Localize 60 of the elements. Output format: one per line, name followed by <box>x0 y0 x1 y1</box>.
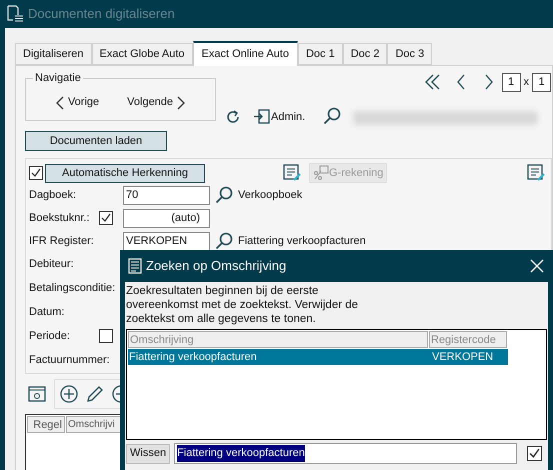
field-label: Datum: <box>29 304 66 320</box>
tab[interactable]: Digitaliseren <box>15 43 92 65</box>
field-label: Dagboek: <box>29 188 78 203</box>
close-icon[interactable] <box>530 259 544 273</box>
previous-button[interactable]: Vorige <box>56 94 100 111</box>
tab[interactable]: Doc 1 <box>298 43 343 65</box>
tab[interactable]: Doc 3 <box>387 43 432 65</box>
field-label: Betalingsconditie: <box>29 280 116 296</box>
checkbox[interactable] <box>527 446 542 461</box>
next-button[interactable]: Volgende <box>127 94 186 111</box>
page-field[interactable]: 1 <box>502 72 520 92</box>
plus-circle-icon[interactable] <box>60 385 78 403</box>
text-field[interactable]: 70 <box>123 186 210 204</box>
percent-table-icon <box>313 165 329 181</box>
result-row[interactable]: Fiattering verkoopfacturen VERKOPEN <box>128 349 508 365</box>
tab[interactable]: Exact Online Auto <box>192 41 298 66</box>
table-cell-text: VERKOPEN <box>431 350 494 365</box>
auto-recognition-button[interactable]: Automatische Herkenning <box>45 164 205 182</box>
page-separator: x <box>522 74 530 90</box>
lookup-description: Fiattering verkoopfacturen <box>238 234 366 249</box>
search-icon[interactable] <box>323 107 342 125</box>
tab[interactable]: Exact Globe Auto <box>92 43 193 65</box>
notes-icon[interactable] <box>527 164 545 182</box>
search-icon[interactable] <box>215 186 233 204</box>
search-field[interactable]: Fiattering verkoopfacturen <box>174 443 517 464</box>
dialog-message: Zoekresultaten beginnen bij de eerste overeenkomst met de zoektekst. Verwijder de zoektekst om alle gegevens te tonen. <box>126 284 360 326</box>
chevron-left-icon <box>56 96 64 110</box>
checkbox[interactable] <box>29 166 43 180</box>
group-title: Navigatie <box>33 70 83 86</box>
page-total-field: 1 <box>532 72 551 92</box>
chevron-left-icon[interactable] <box>456 74 466 90</box>
search-icon[interactable] <box>215 232 233 250</box>
load-documents-button[interactable]: Documenten laden <box>25 131 167 151</box>
refresh-icon[interactable] <box>225 109 241 125</box>
dialog-title: Zoeken op Omschrijving <box>146 257 286 276</box>
table-cell-text: Fiattering verkoopfacturen <box>128 350 258 365</box>
field-label: IFR Register: <box>29 234 95 249</box>
settings-window-icon[interactable] <box>28 386 46 402</box>
field-label: Boekstuknr.: <box>29 210 91 226</box>
checkbox[interactable] <box>99 211 113 225</box>
tab[interactable]: Doc 2 <box>342 43 388 65</box>
pencil-icon[interactable] <box>86 385 104 403</box>
field-label: Factuurnummer: <box>29 352 111 368</box>
field-label: Periode: <box>29 328 71 344</box>
text-field[interactable]: VERKOPEN <box>123 232 210 250</box>
g-rekening-button: G-rekening <box>309 163 388 183</box>
login-icon <box>253 109 270 124</box>
field-label: Debiteur: <box>29 256 75 272</box>
lookup-description: Verkoopboek <box>238 188 302 203</box>
checkbox[interactable] <box>99 329 113 343</box>
clear-button[interactable]: Wissen <box>126 444 170 464</box>
text-field[interactable]: (auto) <box>123 208 210 228</box>
admin-button[interactable]: Admin. <box>253 108 306 125</box>
chevron-right-icon <box>177 96 186 110</box>
chevron-right-icon[interactable] <box>484 74 494 90</box>
edit-list-icon[interactable] <box>283 164 301 182</box>
window-title: Documenten digitaliseren <box>28 5 175 24</box>
document-icon <box>6 5 24 23</box>
document-icon <box>128 258 142 274</box>
column-header[interactable]: Regel <box>27 416 65 433</box>
